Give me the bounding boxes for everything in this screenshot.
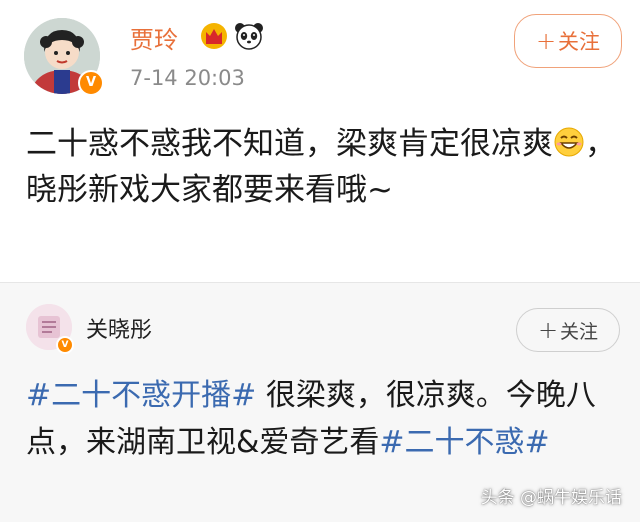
hashtag-link[interactable]: #二十不惑开播# [26, 378, 256, 413]
follow-label: 关注 [558, 30, 601, 54]
plus-icon: + [535, 27, 557, 55]
post-text: 二十惑不惑我不知道，梁爽肯定很凉爽 ，晓彤新戏大家都要来看哦~ [26, 121, 626, 213]
crown-icon [201, 23, 227, 49]
divider [0, 282, 640, 283]
watermark: 头条 @蜗牛娱乐话 [480, 488, 622, 508]
repost-text: #二十不惑开播# 很梁爽，很凉爽。今晚八点，来湖南卫视&爱奇艺看#二十不惑# [26, 372, 626, 466]
main-post: V 贾玲 7-14 20:03 + 关注 二十惑不惑我不知道，梁爽肯定很凉爽 ，… [0, 0, 640, 282]
follow-button[interactable]: + 关注 [514, 14, 622, 68]
post-timestamp: 7-14 20:03 [130, 66, 245, 90]
panda-icon [235, 23, 263, 50]
repost-follow-button[interactable]: + 关注 [516, 308, 620, 352]
author-name[interactable]: 贾玲 [130, 20, 178, 55]
plus-icon: + [537, 316, 559, 344]
post-text-part1: 二十惑不惑我不知道，梁爽肯定很凉爽 [26, 126, 553, 162]
repost-verified-badge: V [56, 336, 74, 354]
verified-badge: V [78, 70, 104, 96]
repost-author-name[interactable]: 关晓彤 [86, 312, 152, 344]
grin-emoji-icon [554, 127, 584, 157]
follow-label: 关注 [560, 320, 599, 343]
hashtag-link[interactable]: #二十不惑# [379, 425, 549, 460]
